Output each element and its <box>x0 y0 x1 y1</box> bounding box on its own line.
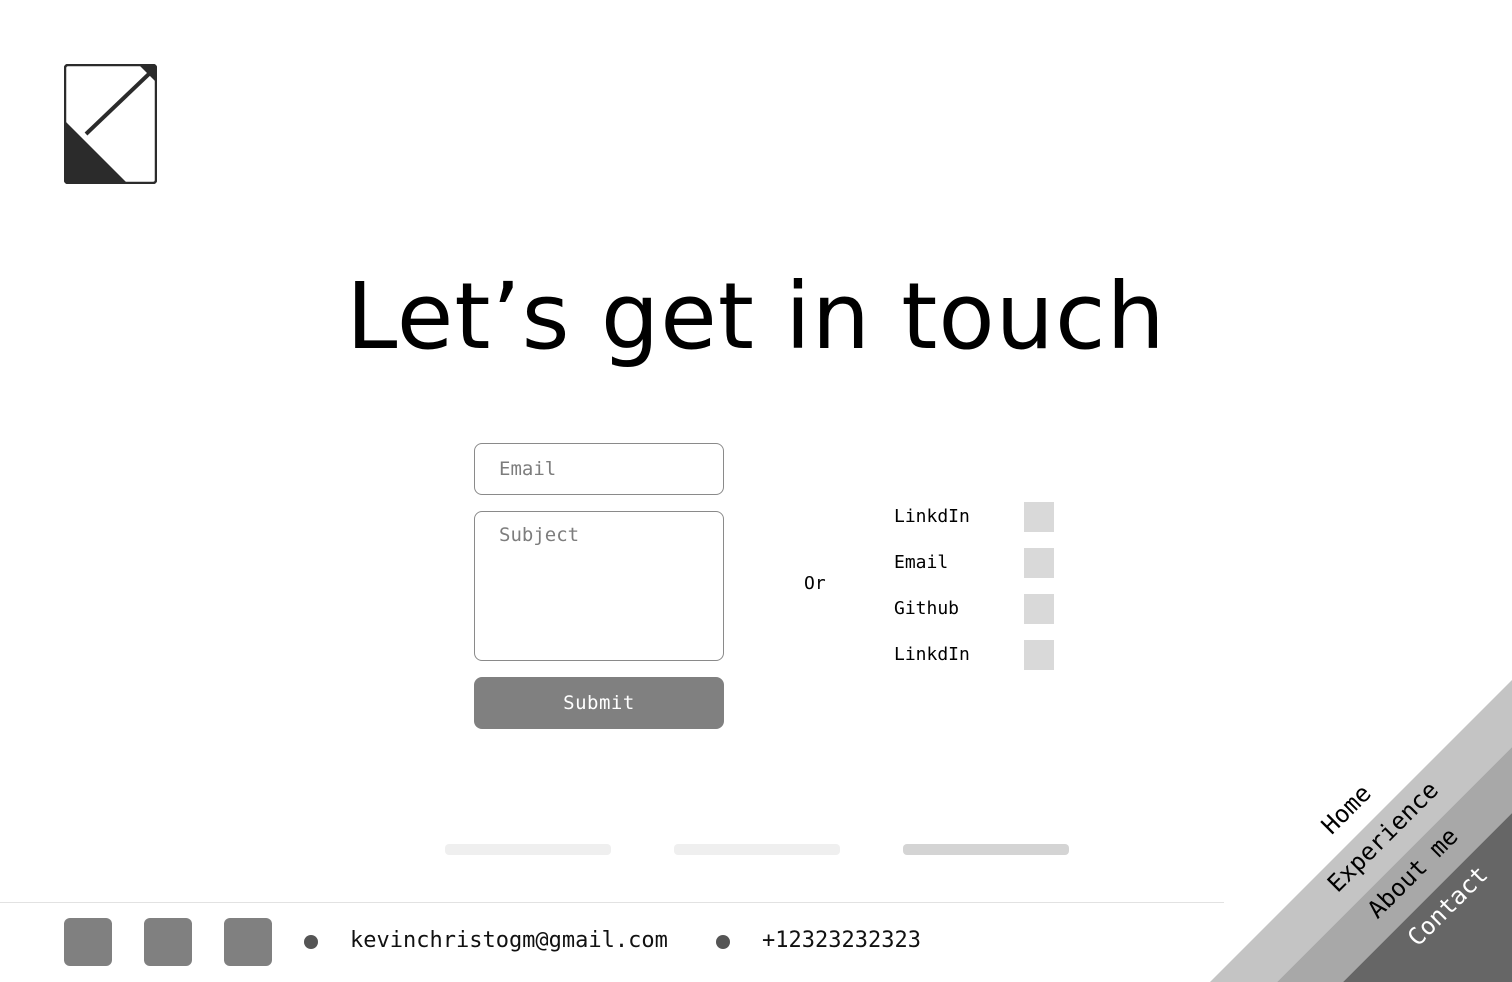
email-field[interactable] <box>474 443 724 495</box>
contact-link-linkedin-2[interactable]: LinkdIn <box>894 640 1064 686</box>
or-label: Or <box>804 573 826 594</box>
social-icon-3[interactable] <box>224 918 272 966</box>
contact-link-label: Email <box>894 552 949 573</box>
footer-email[interactable]: kevinchristogm@gmail.com <box>350 922 668 960</box>
contact-page: Let’s get in touch Submit Or LinkdIn Ema… <box>0 0 1512 982</box>
footer-divider <box>0 902 1224 903</box>
corner-nav-bands <box>1210 680 1512 982</box>
contact-link-github[interactable]: Github <box>894 594 1064 640</box>
social-icon-1[interactable] <box>64 918 112 966</box>
bullet-dot-icon <box>304 935 318 949</box>
github-icon <box>1024 594 1054 624</box>
contact-link-label: LinkdIn <box>894 644 970 665</box>
contact-link-label: LinkdIn <box>894 506 970 527</box>
contact-link-label: Github <box>894 598 960 619</box>
linkedin-icon <box>1024 640 1054 670</box>
footer-phone[interactable]: +12323232323 <box>762 922 921 960</box>
bullet-dot-icon <box>716 935 730 949</box>
social-icon-2[interactable] <box>144 918 192 966</box>
contact-link-email[interactable]: Email <box>894 548 1064 594</box>
pager-dot-1[interactable] <box>445 844 611 855</box>
pager-dot-2[interactable] <box>674 844 840 855</box>
contact-link-linkedin[interactable]: LinkdIn <box>894 502 1064 548</box>
submit-button[interactable]: Submit <box>474 677 724 729</box>
pager-dot-3[interactable] <box>903 844 1069 855</box>
subject-field[interactable] <box>474 511 724 661</box>
logo-icon[interactable] <box>64 64 157 184</box>
page-title: Let’s get in touch <box>346 263 1166 370</box>
linkedin-icon <box>1024 502 1054 532</box>
email-icon <box>1024 548 1054 578</box>
contact-links: LinkdIn Email Github LinkdIn <box>894 502 1064 686</box>
